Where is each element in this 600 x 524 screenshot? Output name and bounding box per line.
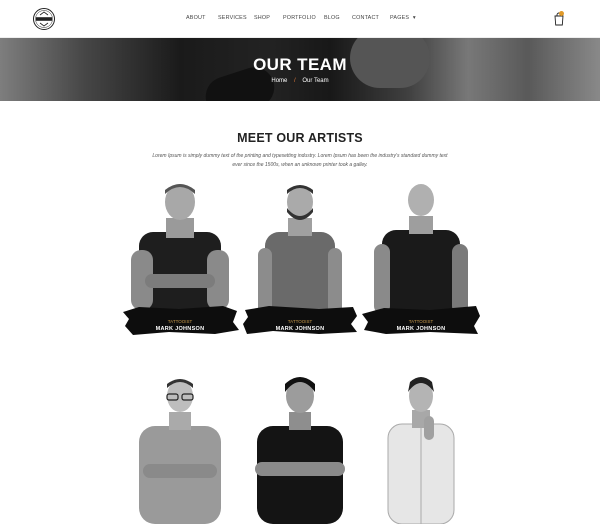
nav-contact[interactable]: CONTACT (352, 15, 379, 21)
nav-shop[interactable]: SHOP (254, 15, 270, 21)
team-member-role: TATTOOIST (287, 319, 313, 324)
breadcrumb: Home / Our Team (0, 78, 600, 84)
breadcrumb-separator: / (294, 78, 296, 84)
nav-services[interactable]: SERVICES (218, 15, 247, 21)
nav-portfolio[interactable]: PORTFOLIO (283, 15, 316, 21)
cart-badge (559, 11, 564, 16)
team-member-photo (387, 377, 455, 524)
team-member-role: TATTOOIST (408, 319, 434, 324)
section-title: MEET OUR ARTISTS (237, 131, 363, 145)
site-header: ABOUT SERVICES SHOP PORTFOLIO BLOG CONTA… (0, 0, 600, 38)
team-member-photo (139, 379, 221, 524)
team-member-status: availability (169, 337, 191, 342)
section-description: Lorem Ipsum is simply dummy text of the … (152, 153, 448, 168)
main-nav: ABOUT SERVICES SHOP PORTFOLIO BLOG CONTA… (0, 0, 600, 38)
page-title: OUR TEAM (253, 55, 347, 74)
team-member-role: TATTOOIST (167, 319, 193, 324)
chevron-down-icon: ▾ (412, 15, 416, 21)
nav-about[interactable]: ABOUT (186, 15, 206, 21)
team-member-status: availability (410, 337, 432, 342)
nav-pages-label: PAGES (390, 15, 410, 21)
breadcrumb-current: Our Team (302, 78, 329, 84)
team-member-name[interactable]: MARK JOHNSON (366, 326, 476, 332)
breadcrumb-home[interactable]: Home (271, 78, 287, 84)
nav-pages[interactable]: PAGES ▾ (390, 15, 416, 21)
team-member-name[interactable]: MARK JOHNSON (245, 326, 355, 332)
team-member-status: availability (289, 337, 311, 342)
team-member-photo (255, 377, 345, 524)
team-member-name[interactable]: MARK JOHNSON (125, 326, 235, 332)
nav-blog[interactable]: BLOG (324, 15, 340, 21)
